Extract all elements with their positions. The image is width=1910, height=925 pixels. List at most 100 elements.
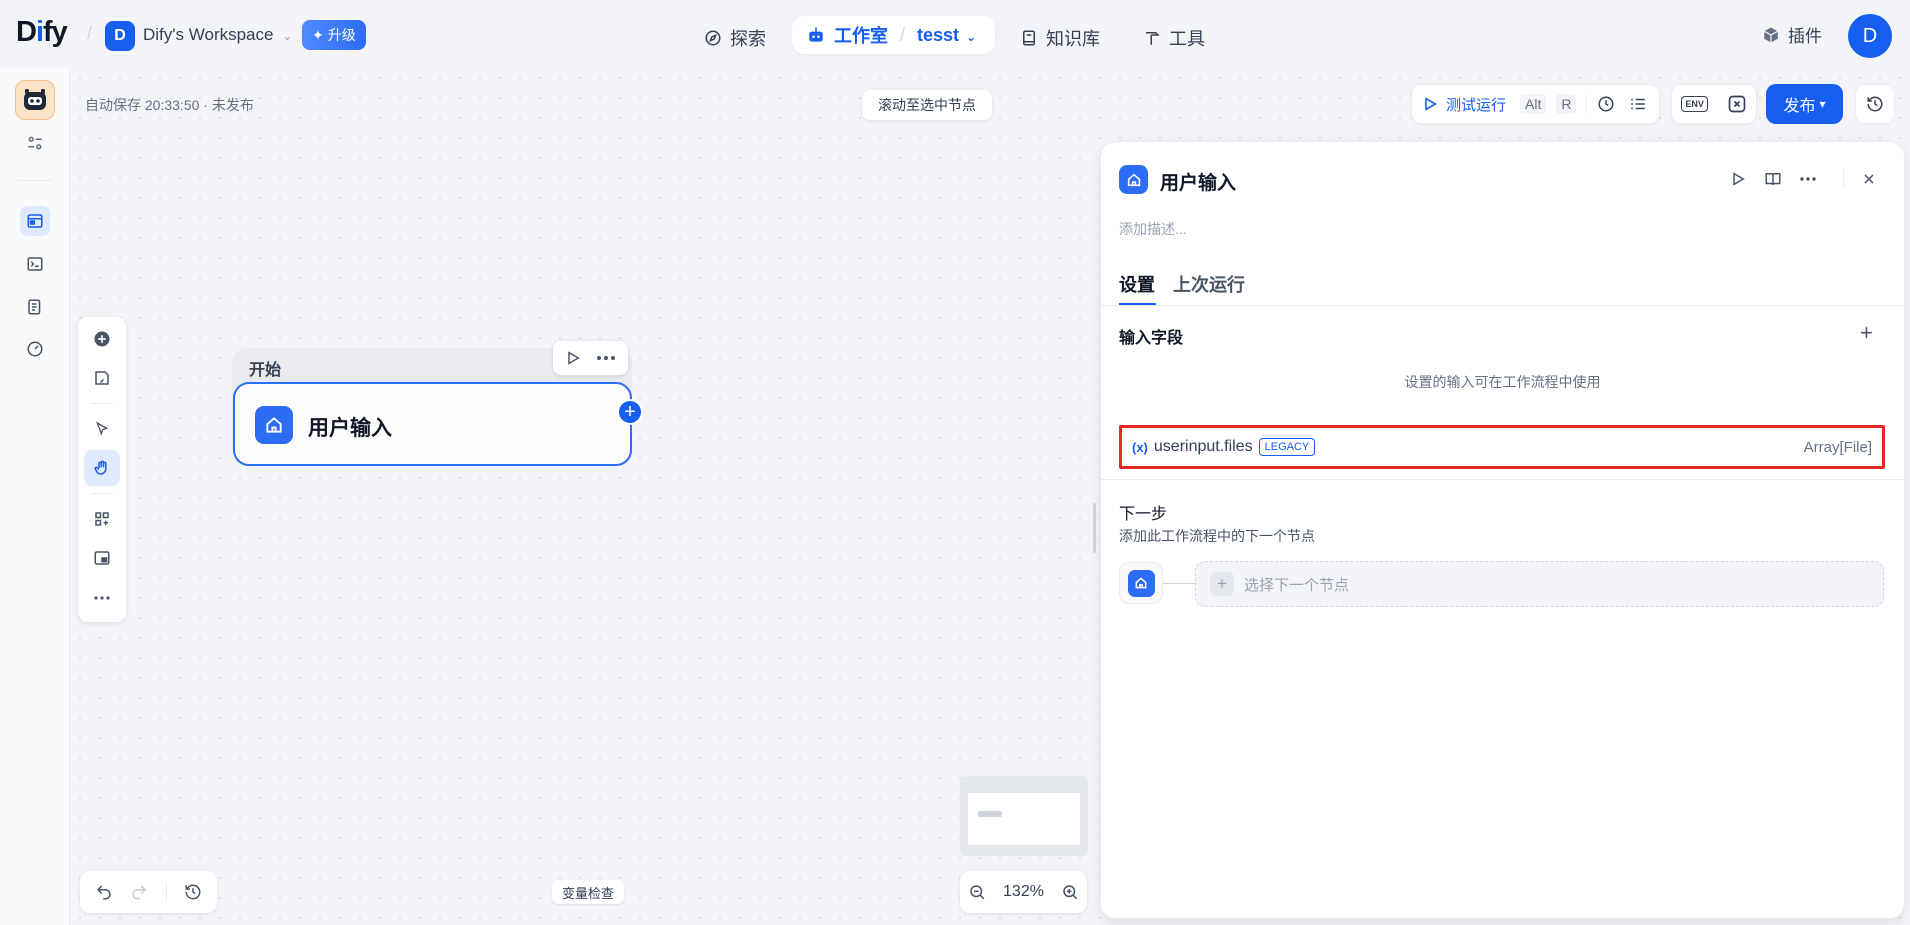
env-toolbar: ENV (1671, 84, 1757, 124)
breadcrumb-separator: / (87, 23, 93, 43)
redo-icon[interactable] (130, 883, 148, 901)
sidebar-item-api[interactable] (20, 249, 50, 279)
shortcut-key: R (1556, 94, 1577, 114)
change-history-icon[interactable] (184, 883, 202, 901)
toolbar-divider (165, 882, 167, 902)
minimap-node (978, 811, 1002, 817)
add-node-icon[interactable] (84, 321, 120, 357)
chevron-down-icon: ▾ (1819, 97, 1826, 111)
app-settings-icon[interactable] (20, 128, 50, 158)
run-node-icon[interactable] (565, 350, 581, 366)
input-variable-row[interactable]: (x) userinput.files LEGACY Array[File] (1119, 425, 1885, 469)
tab-settings[interactable]: 设置 (1119, 271, 1155, 297)
user-avatar[interactable]: D (1848, 14, 1892, 58)
shortcut-key: Alt (1520, 94, 1547, 114)
nav-plugins[interactable]: 插件 (1762, 22, 1822, 47)
run-step-icon[interactable] (1725, 166, 1751, 192)
version-history-button[interactable] (1855, 84, 1895, 124)
autosave-status: 自动保存 20:33:50 · 未发布 (85, 97, 254, 113)
home-icon (1119, 165, 1148, 194)
zoom-in-icon[interactable] (1061, 883, 1079, 901)
node-more-icon[interactable] (596, 355, 616, 361)
zoom-controls: 132% (960, 871, 1087, 913)
organize-blocks-icon[interactable] (84, 501, 120, 537)
minimap-viewport (968, 793, 1080, 845)
variable-type: Array[File] (1803, 438, 1872, 456)
plus-icon: + (1210, 572, 1234, 596)
window-icon (27, 214, 43, 228)
add-next-node-icon[interactable]: + (617, 399, 643, 425)
breadcrumb-separator: / (900, 24, 906, 45)
legacy-badge: LEGACY (1258, 438, 1316, 456)
gauge-icon (27, 341, 43, 357)
sidebar-item-orchestrate[interactable] (20, 206, 50, 236)
toolbar-divider (91, 403, 113, 404)
sidebar-item-monitor[interactable] (20, 334, 50, 364)
hammer-icon (1146, 32, 1160, 45)
tab-divider (1100, 305, 1905, 306)
variable-inspect-button[interactable]: 变量检查 (552, 880, 625, 904)
zoom-out-icon[interactable] (968, 883, 986, 901)
panel-title[interactable]: 用户输入 (1160, 168, 1236, 195)
compass-icon (705, 30, 721, 46)
add-input-field-icon[interactable]: + (1860, 320, 1873, 346)
nav-tools[interactable]: 工具 (1143, 20, 1205, 56)
undo-icon[interactable] (95, 883, 113, 901)
upgrade-button[interactable]: ✦ 升级 (302, 20, 366, 50)
app-icon[interactable] (15, 80, 55, 120)
robot-face-icon (24, 89, 46, 110)
workspace-switcher[interactable]: Dify's Workspace ⌄ (143, 25, 292, 45)
variable-icon: (x) (1132, 439, 1148, 455)
toolbar-divider (1586, 94, 1588, 114)
scroll-to-node-button[interactable]: 滚动至选中节点 (862, 90, 992, 120)
zoom-level[interactable]: 132% (1003, 883, 1044, 901)
toolbar-divider (91, 493, 113, 494)
canvas-toolbar (78, 317, 126, 622)
connector-line (1163, 583, 1195, 584)
start-node-title: 开始 (249, 362, 282, 379)
hand-icon[interactable] (84, 450, 120, 486)
description-input[interactable]: 添加描述... (1119, 219, 1187, 239)
workspace-name: Dify's Workspace (143, 25, 274, 44)
history-controls (80, 871, 217, 913)
terminal-icon (27, 257, 43, 271)
publish-button[interactable]: 发布 ▾ (1766, 84, 1843, 124)
help-docs-icon[interactable] (1760, 166, 1786, 192)
nav-explore[interactable]: 探索 (704, 20, 766, 56)
nav-studio[interactable]: 工作室 / tesst ⌄ (792, 16, 995, 54)
checklist-icon[interactable] (1629, 95, 1647, 113)
more-icon[interactable] (84, 580, 120, 616)
book-icon (1023, 30, 1035, 46)
sparkle-icon: ✦ (312, 26, 324, 43)
pointer-icon[interactable] (84, 411, 120, 447)
test-run-button[interactable]: 测试运行 Alt R (1422, 94, 1577, 115)
chevron-down-icon: ⌄ (966, 29, 977, 44)
close-icon[interactable] (1856, 166, 1882, 192)
cube-icon (1763, 27, 1779, 42)
sidebar-item-logs[interactable] (20, 292, 50, 322)
minimap-toggle-icon[interactable] (84, 540, 120, 576)
app-switcher[interactable]: tesst ⌄ (917, 25, 976, 46)
document-icon (28, 299, 41, 315)
app-sidebar (0, 68, 70, 925)
nav-knowledge[interactable]: 知识库 (1020, 20, 1100, 56)
dify-logo[interactable]: Dify (16, 16, 68, 49)
panel-resize-handle[interactable] (1093, 503, 1096, 553)
home-icon (1127, 569, 1155, 597)
workspace-avatar[interactable]: D (105, 21, 135, 51)
run-history-icon[interactable] (1597, 95, 1615, 113)
history-icon (1867, 96, 1883, 112)
next-step-title: 下一步 (1119, 506, 1168, 523)
home-icon (255, 406, 293, 444)
conversation-variables-icon[interactable] (1727, 94, 1747, 114)
add-note-icon[interactable] (84, 360, 120, 396)
variable-name: userinput.files (1153, 438, 1253, 455)
select-next-node-button[interactable]: + 选择下一个节点 (1195, 561, 1884, 607)
env-variables-icon[interactable]: ENV (1681, 96, 1708, 112)
next-step-description: 添加此工作流程中的下一个节点 (1119, 528, 1315, 544)
tab-last-run[interactable]: 上次运行 (1173, 271, 1245, 297)
input-fields-title: 输入字段 (1119, 330, 1184, 347)
panel-more-icon[interactable] (1795, 166, 1821, 192)
robot-icon (809, 27, 823, 42)
run-toolbar: 测试运行 Alt R (1411, 84, 1660, 124)
